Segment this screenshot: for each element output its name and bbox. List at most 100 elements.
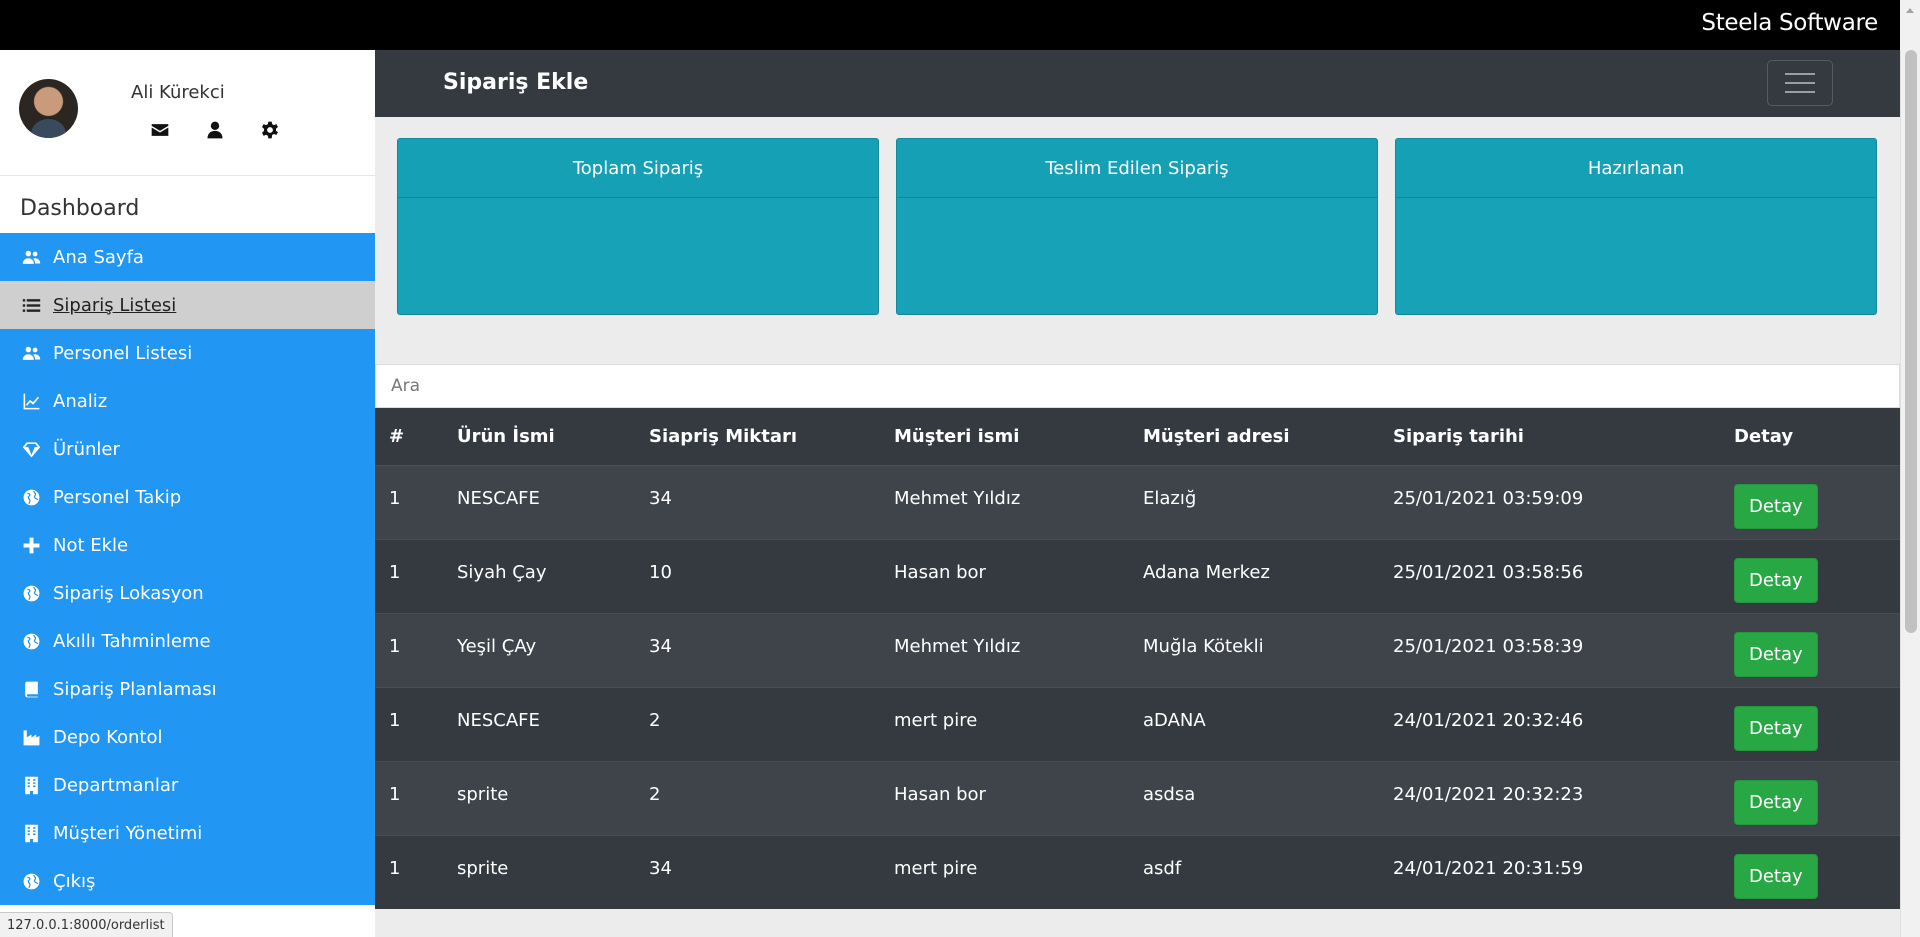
table-cell: asdsa <box>1129 760 1379 835</box>
profile-actions <box>150 120 280 140</box>
brand-name: Steela Software <box>1701 10 1878 36</box>
profile-panel: Ali Kürekci <box>0 50 375 176</box>
envelope-icon[interactable] <box>150 120 170 140</box>
main-content: Sipariş Ekle Toplam Sipariş Teslim Edile… <box>375 50 1900 937</box>
table-cell: NESCAFE <box>443 464 635 539</box>
sidebar-item-4[interactable]: Ürünler <box>0 425 375 473</box>
detail-button[interactable]: Detay <box>1734 631 1818 677</box>
sidebar-item-0[interactable]: Ana Sayfa <box>0 233 375 281</box>
scroll-up-arrow-icon[interactable] <box>1900 0 1920 50</box>
table-cell: aDANA <box>1129 686 1379 761</box>
table-cell: 1 <box>375 538 443 613</box>
table-cell: 2 <box>635 686 880 761</box>
industry-icon <box>20 727 42 747</box>
detail-button[interactable]: Detay <box>1734 705 1818 751</box>
search-input[interactable] <box>375 364 1900 408</box>
gear-icon[interactable] <box>260 120 280 140</box>
sidebar-item-label: Sipariş Listesi <box>53 294 177 316</box>
table-cell: Mehmet Yıldız <box>880 464 1129 539</box>
table-row: 1 Yeşil ÇAy 34 Mehmet Yıldız Muğla Kötekli 25… <box>375 612 1900 687</box>
hamburger-icon-line <box>1785 91 1815 93</box>
column-header[interactable]: Sipariş tarihi <box>1379 408 1720 466</box>
sidebar-item-label: Ürünler <box>53 438 120 460</box>
table-cell: NESCAFE <box>443 686 635 761</box>
sidebar-item-label: Akıllı Tahminleme <box>53 630 211 652</box>
list-icon <box>20 295 42 315</box>
table-cell-action: Detay <box>1720 538 1900 613</box>
sidebar-item-6[interactable]: Not Ekle <box>0 521 375 569</box>
table-cell: 1 <box>375 834 443 909</box>
table-cell: 25/01/2021 03:58:56 <box>1379 538 1720 613</box>
profile-name: Ali Kürekci <box>131 82 225 103</box>
table-cell-action: Detay <box>1720 834 1900 909</box>
stat-card-total: Toplam Sipariş <box>397 138 879 315</box>
table-cell-action: Detay <box>1720 686 1900 761</box>
card-title: Hazırlanan <box>1396 139 1876 198</box>
column-header[interactable]: Siapriş Miktarı <box>635 408 880 466</box>
sidebar-item-7[interactable]: Sipariş Lokasyon <box>0 569 375 617</box>
scrollbar-thumb[interactable] <box>1905 50 1917 633</box>
table-cell: 24/01/2021 20:32:46 <box>1379 686 1720 761</box>
sidebar-nav: Ana Sayfa Sipariş Listesi Personel Listes… <box>0 233 375 905</box>
sidebar-item-11[interactable]: Departmanlar <box>0 761 375 809</box>
sidebar-item-label: Not Ekle <box>53 534 129 556</box>
card-title: Toplam Sipariş <box>398 139 878 198</box>
orders-table: # Ürün İsmi Siapriş Miktarı Müşteri ismi Müş… <box>375 408 1900 909</box>
table-row: 1 NESCAFE 2 mert pire aDANA 24/01/2021 20:32:… <box>375 686 1900 761</box>
page-title[interactable]: Sipariş Ekle <box>443 70 588 95</box>
table-cell: 25/01/2021 03:58:39 <box>1379 612 1720 687</box>
sidebar-item-label: Departmanlar <box>53 774 179 796</box>
table-cell: Muğla Kötekli <box>1129 612 1379 687</box>
stat-cards: Toplam Sipariş Teslim Edilen Sipariş Haz… <box>397 138 1877 315</box>
column-header[interactable]: Müşteri ismi <box>880 408 1129 466</box>
table-body: 1 NESCAFE 34 Mehmet Yıldız Elazığ 25/01/2021 … <box>375 464 1900 909</box>
table-cell: sprite <box>443 760 635 835</box>
table-row: 1 sprite 34 mert pire asdf 24/01/2021 20:31:5… <box>375 834 1900 909</box>
table-cell: mert pire <box>880 834 1129 909</box>
sidebar-item-label: Sipariş Planlaması <box>53 678 217 700</box>
sidebar-item-label: Müşteri Yönetimi <box>53 822 203 844</box>
globe-icon <box>20 583 42 603</box>
table-cell: Elazığ <box>1129 464 1379 539</box>
hamburger-icon-line <box>1785 82 1815 84</box>
column-header[interactable]: Ürün İsmi <box>443 408 635 466</box>
column-header[interactable]: Detay <box>1720 408 1900 466</box>
sidebar-item-13[interactable]: Çıkış <box>0 857 375 905</box>
sidebar-item-1[interactable]: Sipariş Listesi <box>0 281 375 329</box>
table-cell: 1 <box>375 612 443 687</box>
sidebar-item-10[interactable]: Depo Kontol <box>0 713 375 761</box>
table-cell: 10 <box>635 538 880 613</box>
card-title: Teslim Edilen Sipariş <box>897 139 1377 198</box>
users-icon <box>20 247 42 267</box>
detail-button[interactable]: Detay <box>1734 557 1818 603</box>
sidebar-item-2[interactable]: Personel Listesi <box>0 329 375 377</box>
menu-toggle-button[interactable] <box>1767 60 1833 106</box>
page-scrollbar[interactable] <box>1900 50 1920 937</box>
table-cell: Hasan bor <box>880 760 1129 835</box>
sidebar-item-3[interactable]: Analiz <box>0 377 375 425</box>
detail-button[interactable]: Detay <box>1734 483 1818 529</box>
table-header-row: # Ürün İsmi Siapriş Miktarı Müşteri ismi Müş… <box>375 408 1900 466</box>
sidebar-item-8[interactable]: Akıllı Tahminleme <box>0 617 375 665</box>
globe-icon <box>20 487 42 507</box>
content-header: Sipariş Ekle <box>375 50 1900 117</box>
sidebar-item-5[interactable]: Personel Takip <box>0 473 375 521</box>
table-cell: 34 <box>635 464 880 539</box>
column-header[interactable]: Müşteri adresi <box>1129 408 1379 466</box>
table-cell: 25/01/2021 03:59:09 <box>1379 464 1720 539</box>
avatar[interactable] <box>19 79 78 138</box>
sidebar-item-9[interactable]: Sipariş Planlaması <box>0 665 375 713</box>
table-cell: 1 <box>375 686 443 761</box>
sidebar-item-12[interactable]: Müşteri Yönetimi <box>0 809 375 857</box>
stat-card-preparing: Hazırlanan <box>1395 138 1877 315</box>
sidebar: Ali Kürekci Dashboard Ana Sayfa Sipariş … <box>0 50 375 937</box>
detail-button[interactable]: Detay <box>1734 779 1818 825</box>
user-icon[interactable] <box>205 120 225 140</box>
column-header[interactable]: # <box>375 408 443 466</box>
table-cell-action: Detay <box>1720 612 1900 687</box>
detail-button[interactable]: Detay <box>1734 853 1818 899</box>
plus-icon <box>20 535 42 555</box>
line-chart-icon <box>20 391 42 411</box>
table-row: 1 sprite 2 Hasan bor asdsa 24/01/2021 20:32:2… <box>375 760 1900 835</box>
users-icon <box>20 343 42 363</box>
